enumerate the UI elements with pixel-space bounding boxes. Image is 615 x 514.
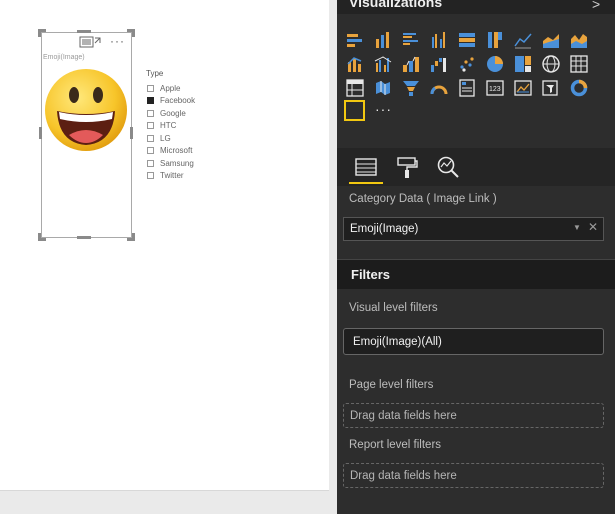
slicer-item-label: LG [160,133,171,143]
stacked-area-icon[interactable] [570,31,588,49]
resize-handle-top-right[interactable] [127,29,135,37]
scatter-icon[interactable] [458,55,476,73]
table-icon[interactable] [570,55,588,73]
slicer-item[interactable]: Facebook [147,95,195,107]
slicer-item-label: Microsoft [160,146,193,155]
more-visuals-button[interactable]: ··· [375,101,392,117]
clustered-column-icon[interactable] [430,31,448,49]
slicer-item[interactable]: Microsoft [147,145,192,157]
slicer-item-label: Apple [160,83,181,93]
slicer-checkbox[interactable] [147,84,154,92]
funnel-icon[interactable] [402,79,420,97]
slicer-checkbox[interactable] [147,109,154,117]
card-icon[interactable]: 123 [486,79,504,97]
globe-map-icon[interactable] [542,55,560,73]
slicer-item[interactable]: HTC [147,120,176,132]
visual-title: Emoji(Image) [43,54,85,61]
waterfall-icon[interactable] [430,55,448,73]
visual-level-filters-label: Visual level filters [349,302,438,314]
slicer-checkbox[interactable] [147,97,154,104]
analytics-tab-icon[interactable] [435,154,461,180]
line-clustered-column-icon[interactable] [374,55,392,73]
category-data-label: Category Data ( Image Link ) [349,193,497,205]
treemap-icon[interactable] [514,55,532,73]
resize-handle-left[interactable] [39,127,42,139]
resize-handle-top-left[interactable] [38,29,46,37]
more-options-button[interactable]: ··· [110,34,125,48]
report-filters-dropzone[interactable]: Drag data fields here [343,463,604,488]
stacked-column-icon[interactable] [374,31,392,49]
slicer-item[interactable]: Twitter [147,170,184,182]
grinning-face-icon [45,69,127,151]
report-level-filters-label: Report level filters [349,439,442,451]
collapse-pane-button[interactable]: > [592,0,600,12]
donut-icon[interactable] [570,79,588,97]
visualizations-pane: Visualizations > 123R ··· Category Data … [337,0,615,514]
slicer-item[interactable]: Google [147,107,186,119]
slicer-item-label: Twitter [160,171,184,180]
slicer-item[interactable]: Samsung [147,157,194,169]
slicer-checkbox[interactable] [147,159,154,167]
focus-mode-icon[interactable] [79,35,101,49]
slicer-checkbox[interactable] [147,172,154,179]
matrix-icon[interactable] [346,79,364,97]
clustered-bar-icon[interactable] [402,31,420,49]
fields-tab-icon[interactable] [353,154,379,180]
slicer-icon[interactable] [542,79,560,97]
active-tab-indicator [349,182,383,184]
resize-handle-right[interactable] [130,127,133,139]
pie-chart-icon[interactable] [486,55,504,73]
100-stacked-column-icon[interactable] [486,31,504,49]
filters-header: Filters [337,259,615,289]
pane-divider [329,0,337,514]
slicer-checkbox[interactable] [147,147,154,154]
page-tabs-strip [0,490,337,514]
kpi-icon[interactable] [514,79,532,97]
ribbon-chart-icon[interactable] [402,55,420,73]
chevron-down-icon[interactable]: ▼ [573,223,581,232]
slicer-item[interactable]: Apple [147,82,180,94]
resize-handle-bottom-right[interactable] [127,233,135,241]
resize-handle-bottom-left[interactable] [38,233,46,241]
slicer-header: Type [146,69,164,78]
resize-handle-top[interactable] [77,30,91,33]
visual-filter-card[interactable]: Emoji(Image)(All) [343,328,604,355]
slicer-checkbox[interactable] [147,122,154,129]
multi-row-card-icon[interactable] [458,79,476,97]
slicer-item-label: Facebook [160,96,196,105]
gauge-icon[interactable] [430,79,448,97]
selected-image-visual-icon[interactable] [344,100,365,121]
slicer-item[interactable]: LG [147,132,171,144]
resize-handle-bottom[interactable] [77,236,91,239]
category-field-well[interactable]: Emoji(Image) [343,217,604,241]
100-stacked-bar-icon[interactable] [458,31,476,49]
slicer-item-label: Samsung [160,158,194,168]
area-chart-icon[interactable] [542,31,560,49]
svg-text:123: 123 [489,86,501,93]
slicer-checkbox[interactable] [147,134,154,142]
pane-tab-bar [337,148,615,186]
line-chart-icon[interactable] [514,31,532,49]
close-icon[interactable]: ✕ [588,220,598,234]
format-tab-icon[interactable] [394,154,420,180]
page-level-filters-label: Page level filters [349,379,434,391]
page-filters-dropzone[interactable]: Drag data fields here [343,403,604,428]
filters-title: Filters [351,267,391,282]
stacked-bar-icon[interactable] [346,31,364,49]
pane-title: Visualizations [349,0,443,10]
visualizations-header: Visualizations > [337,0,615,14]
slicer-item-label: Google [160,108,186,118]
filled-map-icon[interactable] [374,79,392,97]
slicer-item-label: HTC [160,121,177,130]
line-column-icon[interactable] [346,55,364,73]
